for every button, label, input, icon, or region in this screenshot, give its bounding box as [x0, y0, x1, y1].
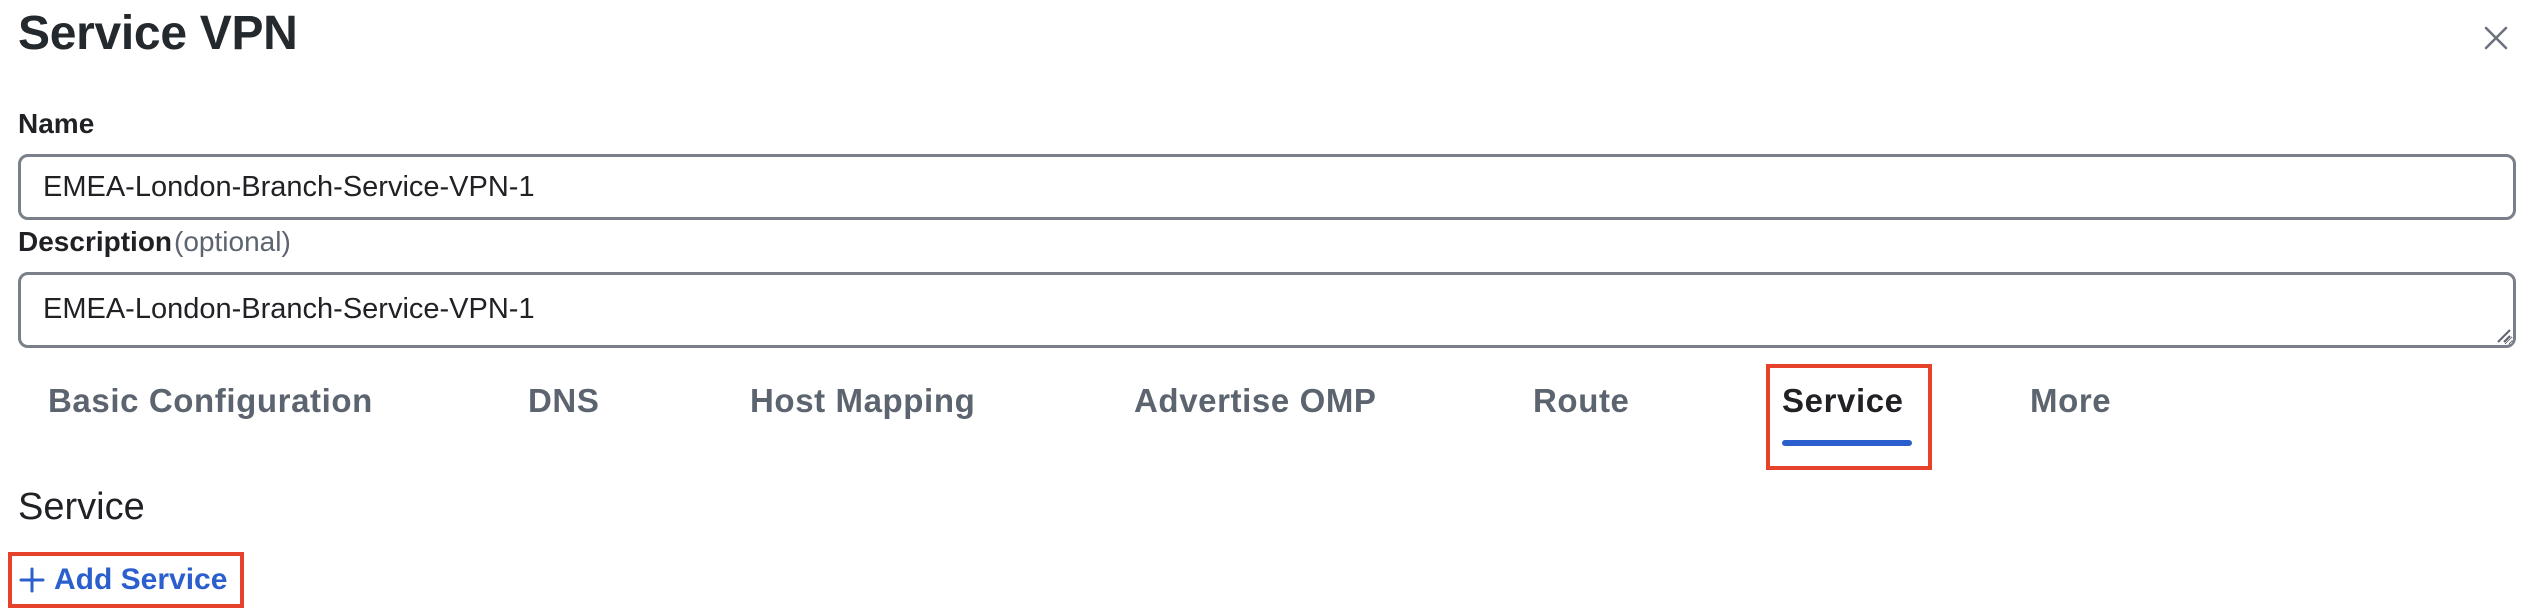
name-label: Name: [18, 108, 94, 140]
service-section-title: Service: [18, 486, 145, 528]
tab-basic-configuration[interactable]: Basic Configuration: [48, 382, 373, 420]
optional-hint: (optional): [174, 226, 291, 257]
tab-advertise-omp[interactable]: Advertise OMP: [1134, 382, 1377, 420]
add-service-button[interactable]: Add Service: [18, 558, 227, 602]
tab-dns[interactable]: DNS: [528, 382, 599, 420]
plus-icon: [19, 567, 45, 593]
add-service-label: Add Service: [54, 563, 228, 596]
description-textarea[interactable]: EMEA-London-Branch-Service-VPN-1: [18, 272, 2516, 348]
active-tab-indicator: [1782, 440, 1912, 446]
description-label-text: Description: [18, 226, 173, 257]
tab-more[interactable]: More: [2030, 382, 2111, 420]
name-input[interactable]: [18, 154, 2516, 220]
panel-title: Service VPN: [18, 7, 298, 60]
description-label: Description(optional): [18, 226, 291, 258]
name-label-text: Name: [18, 108, 95, 139]
tab-route[interactable]: Route: [1533, 382, 1630, 420]
close-icon: [2484, 26, 2508, 50]
tab-service[interactable]: Service: [1782, 382, 1904, 420]
tab-host-mapping[interactable]: Host Mapping: [750, 382, 975, 420]
close-button[interactable]: [2478, 20, 2514, 56]
tab-bar: Basic Configuration DNS Host Mapping Adv…: [0, 364, 2532, 464]
